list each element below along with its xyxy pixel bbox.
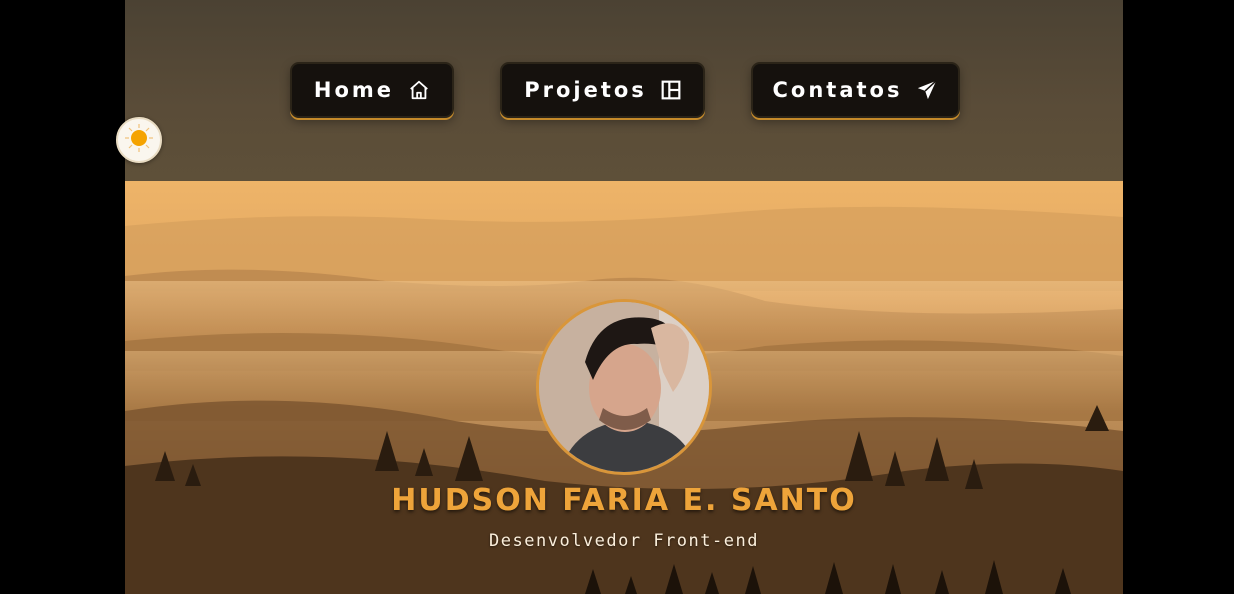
nav-projects-label: Projetos: [524, 78, 647, 102]
nav-contacts-label: Contatos: [772, 78, 903, 102]
nav-contacts-button[interactable]: Contatos: [751, 62, 960, 118]
profile-role: Desenvolvedor Front-end: [489, 531, 759, 551]
nav-home-label: Home: [313, 78, 395, 102]
page: Home Projetos Contatos HUDSON FARIA E. S…: [125, 0, 1123, 594]
home-icon: [408, 79, 430, 101]
profile-name: HUDSON FARIA E. SANTO: [391, 483, 857, 518]
profile-photo: [539, 302, 709, 472]
nav-home-button[interactable]: Home: [290, 62, 454, 118]
theme-toggle-button[interactable]: [116, 117, 162, 163]
sun-icon: [124, 123, 154, 157]
avatar: [536, 299, 712, 475]
send-icon: [916, 79, 938, 101]
layout-panel-icon: [661, 80, 681, 100]
nav-projects-button[interactable]: Projetos: [500, 62, 705, 118]
hero-section: HUDSON FARIA E. SANTO Desenvolvedor Fron…: [125, 181, 1123, 594]
site-header: Home Projetos Contatos: [125, 0, 1123, 181]
